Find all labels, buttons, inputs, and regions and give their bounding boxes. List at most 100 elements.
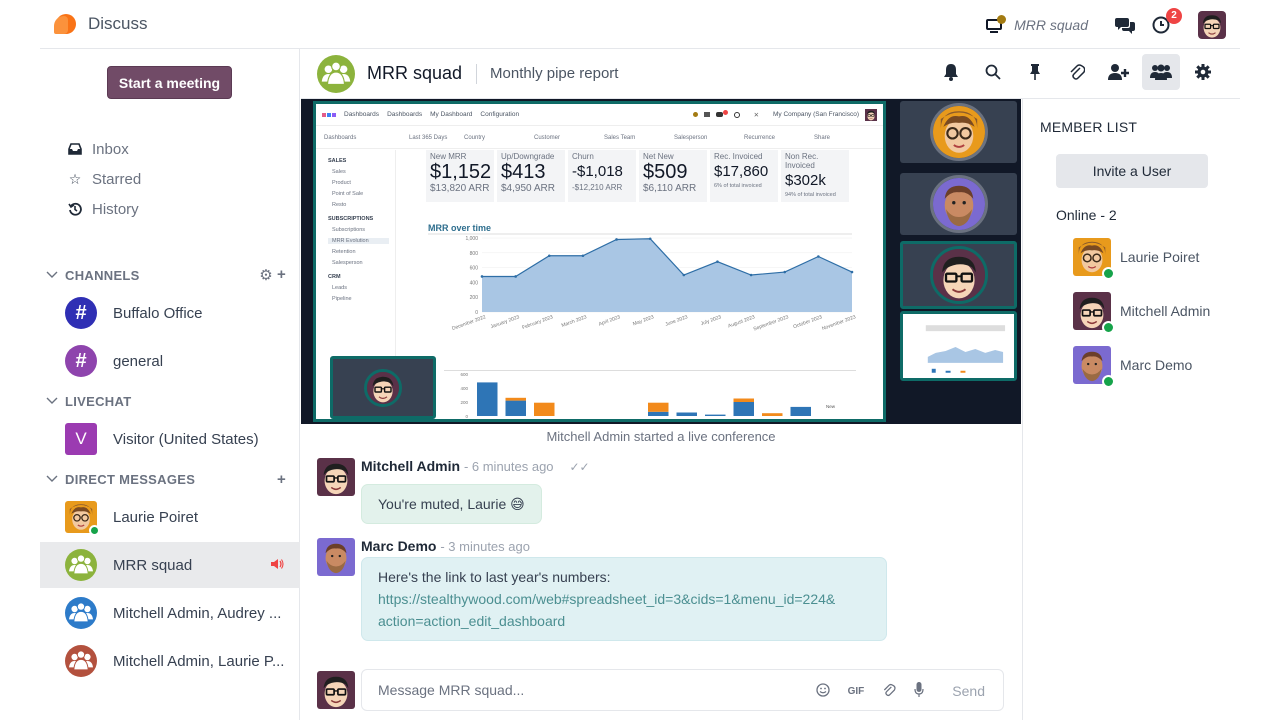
message-author[interactable]: Marc Demo (361, 538, 436, 554)
online-status-icon (1102, 267, 1115, 280)
member-list-button[interactable] (1142, 54, 1180, 90)
channel-settings-icon[interactable]: ⚙ (259, 266, 273, 284)
group-icon (65, 549, 97, 581)
company-name: My Company (San Francisco) (773, 111, 859, 118)
participant-tile[interactable] (900, 101, 1017, 163)
message-link[interactable]: https://stealthywood.com/web#spreadsheet… (378, 591, 835, 629)
screen-share-view[interactable]: Dashboards Dashboards My Dashboard Confi… (313, 101, 886, 422)
screen-share-thumbnail[interactable] (900, 311, 1017, 381)
bar (505, 400, 526, 416)
user-avatar[interactable] (1198, 11, 1226, 39)
users-icon (1150, 64, 1172, 80)
side-item: Point of Sale (332, 191, 364, 197)
bell-icon (944, 64, 958, 81)
member-item[interactable]: Marc Demo (1073, 346, 1193, 388)
channel-name: general (113, 352, 164, 370)
kpi-value: $1,152 (430, 161, 492, 183)
invite-user-button[interactable]: Invite a User (1056, 154, 1208, 188)
composer: GIF Send (317, 669, 1007, 711)
filter: Last 365 Days (409, 134, 448, 141)
microphone-icon[interactable] (914, 681, 924, 701)
dm-item-active[interactable]: MRR squad (40, 542, 300, 588)
gif-button[interactable]: GIF (848, 686, 865, 697)
start-meeting-button[interactable]: Start a meeting (107, 66, 232, 99)
kpi-card: Churn -$1,018 -$12,210 ARR (568, 150, 636, 202)
thread-panel: MRR squad Monthly pipe report Dashboards… (301, 49, 1240, 720)
category-livechat[interactable]: LIVECHAT (46, 391, 286, 411)
message-input[interactable] (378, 682, 778, 698)
x-tick-label: September 2023 (753, 314, 790, 332)
attachment-icon[interactable] (882, 683, 896, 700)
livechat-item[interactable]: V Visitor (United States) (40, 416, 300, 462)
channel-item[interactable]: # Buffalo Office (40, 290, 300, 336)
category-direct-messages[interactable]: DIRECT MESSAGES + (46, 469, 286, 489)
bar (648, 411, 669, 416)
emoji-icon[interactable] (815, 682, 830, 700)
y-tick-label: 0 (465, 414, 468, 419)
apps-icon (322, 112, 336, 117)
message-avatar[interactable] (317, 458, 355, 496)
divider (476, 63, 478, 84)
side-item: MRR Evolution (328, 238, 389, 244)
dashboard-nav-item: My Dashboard (430, 111, 473, 118)
activity-button[interactable]: 2 (1150, 7, 1182, 36)
add-channel-icon[interactable]: + (277, 266, 286, 284)
notifications-button[interactable] (932, 54, 970, 90)
kpi-value: $302k (785, 172, 826, 189)
messages-button[interactable] (1114, 14, 1136, 36)
participant-tile[interactable] (900, 173, 1017, 235)
channel-hash-icon: # (65, 345, 97, 377)
kpi-card: Net New $509 $6,110 ARR (639, 150, 707, 202)
online-status-icon (89, 525, 100, 536)
data-point (817, 255, 820, 258)
settings-button[interactable] (1184, 54, 1222, 90)
x-tick-label: February 2023 (521, 314, 554, 331)
x-tick-label: October 2023 (793, 314, 824, 330)
message-text: Here's the link to last year's numbers: (378, 569, 611, 585)
member-item[interactable]: Mitchell Admin (1073, 292, 1210, 334)
attachments-button[interactable] (1058, 54, 1096, 90)
bar (762, 413, 783, 416)
self-camera-tile[interactable] (330, 356, 436, 419)
search-button[interactable] (974, 54, 1012, 90)
dashboard-nav-item: Dashboards (344, 111, 380, 118)
history-icon (66, 202, 84, 216)
sidebar-item-starred[interactable]: ☆ Starred (66, 167, 141, 191)
message-avatar[interactable] (317, 538, 355, 576)
online-status-icon (1102, 321, 1115, 334)
side-item: Leads (332, 285, 347, 291)
star-icon: ☆ (68, 170, 82, 187)
kpi-card: Up/Downgrade $413 $4,950 ARR (497, 150, 565, 202)
thread-name[interactable]: MRR squad (367, 63, 462, 84)
kpi-sub: 94% of total invoiced (785, 192, 836, 198)
active-call-indicator[interactable]: MRR squad (984, 14, 1100, 35)
thread-description[interactable]: Monthly pipe report (490, 65, 618, 82)
side-item: Resto (332, 202, 347, 208)
filter: Sales Team (604, 134, 636, 141)
x-tick-label: May 2023 (632, 314, 655, 327)
discuss-logo[interactable] (54, 12, 78, 36)
channel-item[interactable]: # general (40, 338, 300, 384)
add-users-button[interactable] (1100, 54, 1138, 90)
add-chat-icon[interactable]: + (277, 471, 286, 488)
pinned-messages-button[interactable] (1016, 54, 1054, 90)
member-item[interactable]: Laurie Poiret (1073, 238, 1199, 280)
category-channels[interactable]: CHANNELS ⚙ + (46, 265, 286, 285)
dm-item[interactable]: Laurie Poiret (40, 494, 300, 540)
in-call-speaker-icon (270, 558, 284, 573)
conference-notification: Mitchell Admin started a live conference (546, 429, 776, 444)
dm-item[interactable]: Mitchell Admin, Audrey ... (40, 590, 300, 636)
y-tick-label: 0 (475, 310, 478, 316)
send-button[interactable]: Send (952, 683, 985, 699)
member-name: Marc Demo (1120, 357, 1193, 373)
participant-tile-talking[interactable] (900, 241, 1017, 309)
dashboard-nav-item: Configuration (480, 111, 520, 118)
sidebar-item-history[interactable]: History (66, 197, 139, 221)
kpi-sub: $4,950 ARR (501, 183, 555, 194)
kpi-sub: -$12,210 ARR (572, 183, 623, 192)
message-author[interactable]: Mitchell Admin (361, 458, 460, 474)
sidebar-item-label: Starred (92, 170, 142, 188)
dm-item[interactable]: Mitchell Admin, Laurie P... (40, 638, 300, 684)
sidebar-item-inbox[interactable]: Inbox (66, 137, 129, 161)
messages-icon (1115, 17, 1135, 34)
